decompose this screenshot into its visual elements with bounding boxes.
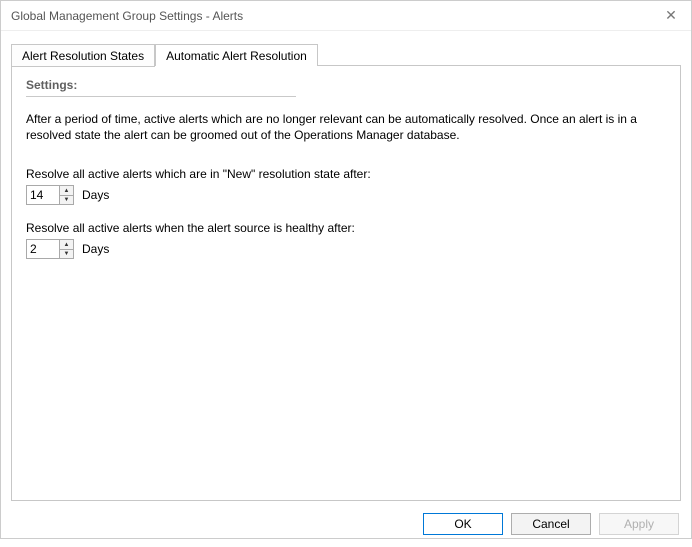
tab-strip: Alert Resolution States Automatic Alert … bbox=[11, 43, 681, 66]
field2-row: ▲ ▼ Days bbox=[26, 239, 666, 259]
field1-label: Resolve all active alerts which are in "… bbox=[26, 167, 666, 181]
field1-input[interactable] bbox=[27, 186, 59, 204]
close-button[interactable]: ✕ bbox=[651, 1, 691, 31]
tab-alert-resolution-states[interactable]: Alert Resolution States bbox=[11, 44, 155, 67]
chevron-down-icon: ▼ bbox=[64, 251, 70, 257]
field2-spin-down[interactable]: ▼ bbox=[60, 250, 73, 259]
dialog-window: Global Management Group Settings - Alert… bbox=[0, 0, 692, 539]
titlebar: Global Management Group Settings - Alert… bbox=[1, 1, 691, 31]
field1-spin-down[interactable]: ▼ bbox=[60, 196, 73, 205]
window-title: Global Management Group Settings - Alert… bbox=[11, 9, 243, 23]
field1-spinner[interactable]: ▲ ▼ bbox=[26, 185, 74, 205]
chevron-down-icon: ▼ bbox=[64, 197, 70, 203]
button-bar: OK Cancel Apply bbox=[1, 505, 691, 547]
field1-unit: Days bbox=[82, 188, 109, 202]
section-title: Settings: bbox=[26, 78, 666, 92]
field2-spinner[interactable]: ▲ ▼ bbox=[26, 239, 74, 259]
field1-row: ▲ ▼ Days bbox=[26, 185, 666, 205]
chevron-up-icon: ▲ bbox=[64, 242, 70, 248]
chevron-up-icon: ▲ bbox=[64, 188, 70, 194]
field2-spin-up[interactable]: ▲ bbox=[60, 240, 73, 250]
close-icon: ✕ bbox=[665, 7, 677, 24]
field2-spin-buttons: ▲ ▼ bbox=[59, 240, 73, 258]
field1-spin-buttons: ▲ ▼ bbox=[59, 186, 73, 204]
content-area: Alert Resolution States Automatic Alert … bbox=[1, 31, 691, 505]
tab-panel: Settings: After a period of time, active… bbox=[11, 65, 681, 501]
field1-spin-up[interactable]: ▲ bbox=[60, 186, 73, 196]
description-text: After a period of time, active alerts wh… bbox=[26, 111, 646, 143]
apply-button: Apply bbox=[599, 513, 679, 535]
ok-button[interactable]: OK bbox=[423, 513, 503, 535]
field2-label: Resolve all active alerts when the alert… bbox=[26, 221, 666, 235]
section-divider bbox=[26, 96, 296, 97]
cancel-button[interactable]: Cancel bbox=[511, 513, 591, 535]
field2-input[interactable] bbox=[27, 240, 59, 258]
field2-unit: Days bbox=[82, 242, 109, 256]
tab-automatic-alert-resolution[interactable]: Automatic Alert Resolution bbox=[155, 44, 318, 66]
